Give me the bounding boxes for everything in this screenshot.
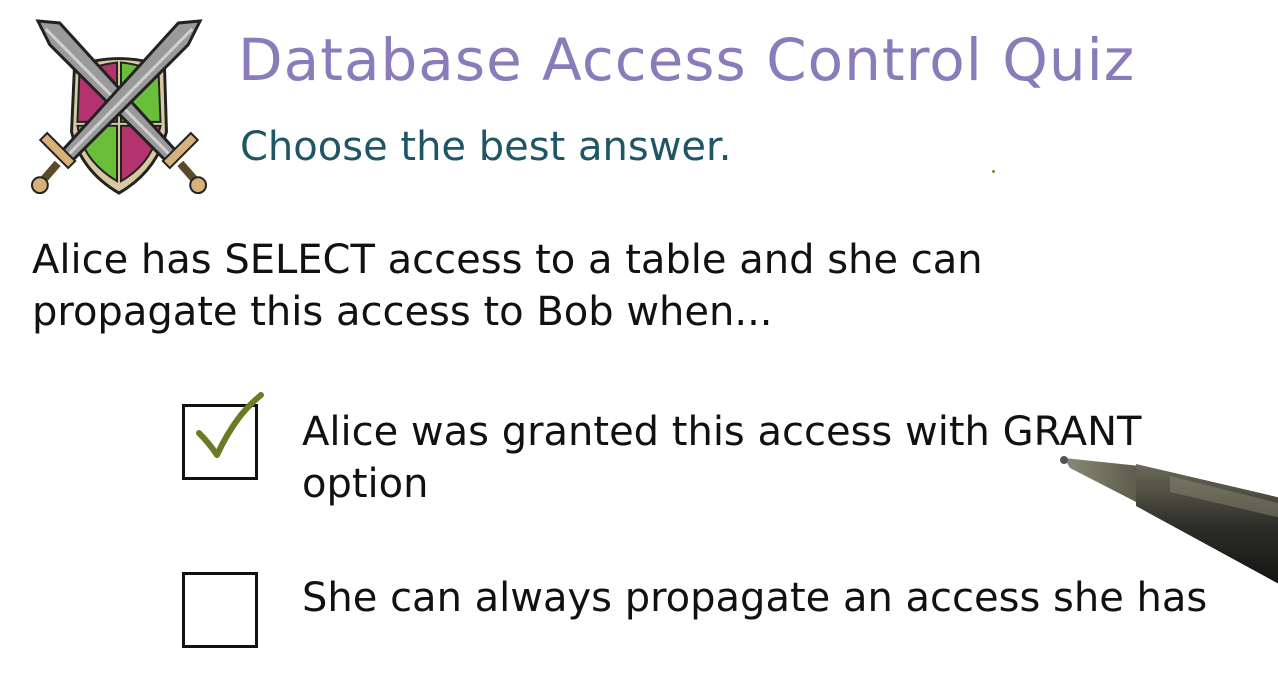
checkmark-icon: [196, 392, 264, 458]
crossed-swords-shield-icon: [30, 19, 208, 195]
question-text: Alice has SELECT access to a table and s…: [32, 237, 983, 335]
quiz-title: Database Access Control Quiz: [238, 26, 1136, 94]
quiz-subtitle: Choose the best answer.: [240, 124, 732, 170]
pen-icon: [1060, 456, 1278, 584]
answer-2-checkbox[interactable]: [182, 572, 258, 648]
ink-dot: [992, 170, 995, 173]
answer-1-checkbox[interactable]: [182, 392, 264, 480]
